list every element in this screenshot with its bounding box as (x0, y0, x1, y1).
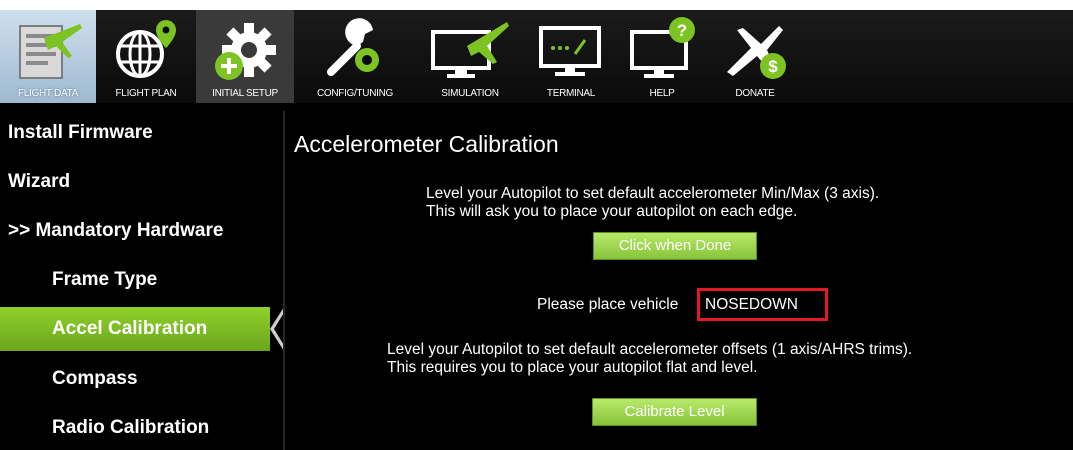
toolbar-label: DONATE (735, 88, 775, 99)
sidebar-item-radio-calibration[interactable]: Radio Calibration (0, 406, 284, 450)
help-button[interactable]: ? HELP (618, 10, 706, 103)
accel-calibration-panel: Accelerometer Calibration Level your Aut… (285, 111, 1073, 450)
sidebar-item-label: >> Mandatory Hardware (8, 220, 224, 241)
toolbar-label: INITIAL SETUP (212, 88, 278, 99)
sidebar-item-label: Radio Calibration (52, 417, 210, 438)
initial-setup-icon (215, 23, 276, 80)
sidebar-item-wizard[interactable]: Wizard (0, 160, 284, 204)
toolbar-label: HELP (649, 88, 675, 99)
simulation-icon (431, 22, 509, 78)
toolbar-label: SIMULATION (441, 88, 499, 99)
main-toolbar: FLIGHT DATA FLIGHT PLAN INITIAL SETUP CO… (0, 10, 1073, 103)
status-prefix: Please place vehicle (537, 296, 679, 313)
level-text-line2: This requires you to place your autopilo… (387, 359, 758, 376)
flight-plan-button[interactable]: FLIGHT PLAN (98, 10, 194, 103)
accel-3axis-text-line1: Level your Autopilot to set default acce… (426, 185, 880, 202)
selection-pointer (0, 307, 285, 351)
toolbar-label: FLIGHT DATA (17, 88, 79, 99)
click-when-done-button[interactable]: Click when Done (593, 232, 757, 260)
accel-3axis-text-line2: This will ask you to place your autopilo… (426, 203, 798, 220)
initial-setup-button[interactable]: INITIAL SETUP (196, 10, 294, 103)
flight-data-icon (19, 24, 82, 79)
terminal-button[interactable]: TERMINAL (526, 10, 616, 103)
sidebar-item-label: Compass (52, 368, 138, 389)
sidebar-item-install-firmware[interactable]: Install Firmware (0, 111, 284, 155)
app-window: FLIGHT DATA FLIGHT PLAN INITIAL SETUP CO… (0, 10, 1073, 450)
donate-button[interactable]: $ DONATE (706, 10, 804, 103)
help-icon: ? (630, 17, 695, 78)
toolbar-label: FLIGHT PLAN (115, 88, 177, 99)
config-tuning-icon (327, 18, 379, 76)
calibrate-level-button[interactable]: Calibrate Level (592, 398, 757, 426)
sidebar-item-mandatory-hardware[interactable]: >> Mandatory Hardware (0, 209, 284, 253)
donate-icon: $ (727, 26, 786, 79)
level-text-line1: Level your Autopilot to set default acce… (387, 341, 913, 358)
svg-text:$: $ (768, 57, 778, 76)
toolbar-label: TERMINAL (546, 88, 596, 99)
sidebar-item-compass[interactable]: Compass (0, 357, 284, 401)
setup-sidebar: Install Firmware Wizard >> Mandatory Har… (0, 111, 285, 450)
terminal-icon (539, 26, 601, 76)
flight-plan-icon (116, 20, 176, 78)
config-tuning-button[interactable]: CONFIG/TUNING (296, 10, 414, 103)
sidebar-item-label: Frame Type (52, 269, 158, 290)
simulation-button[interactable]: SIMULATION (418, 10, 522, 103)
sidebar-item-label: Wizard (8, 171, 71, 192)
flight-data-button[interactable]: FLIGHT DATA (0, 10, 96, 103)
sidebar-item-label: Install Firmware (8, 122, 153, 143)
calibration-status-value: NOSEDOWN (697, 288, 828, 321)
svg-text:?: ? (677, 21, 687, 40)
toolbar-label: CONFIG/TUNING (316, 88, 394, 99)
sidebar-item-frame-type[interactable]: Frame Type (0, 258, 284, 302)
page-title: Accelerometer Calibration (294, 131, 559, 157)
